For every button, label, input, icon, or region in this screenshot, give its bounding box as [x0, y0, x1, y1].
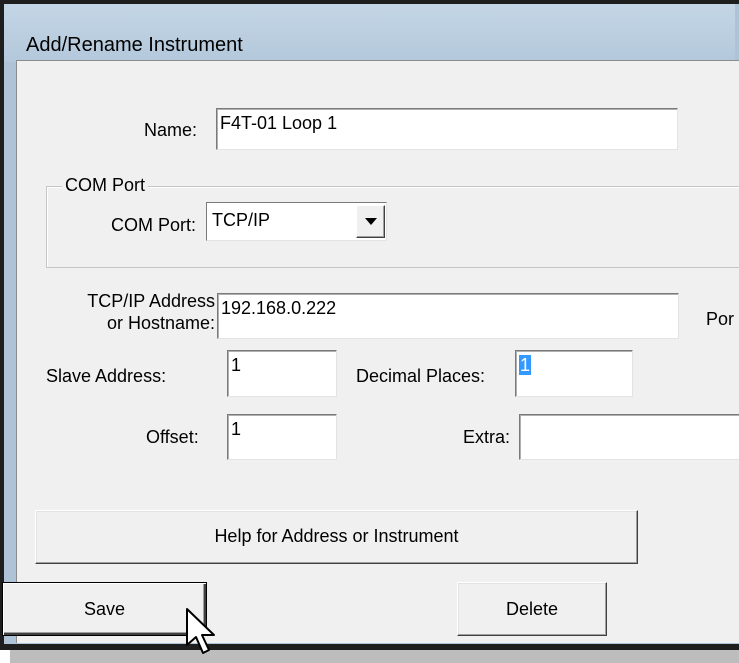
tcp-address-value: 192.168.0.222	[221, 298, 337, 318]
dialog-client-area: Name: F4T-01 Loop 1 COM Port COM Port: T…	[2, 60, 739, 643]
slave-address-value: 1	[231, 355, 242, 375]
name-input[interactable]: F4T-01 Loop 1	[216, 108, 678, 150]
extra-label: Extra:	[463, 427, 511, 447]
tcp-address-input[interactable]: 192.168.0.222	[217, 293, 679, 339]
mouse-pointer-icon	[186, 608, 215, 654]
slave-address-label: Slave Address:	[46, 366, 167, 386]
extra-input[interactable]	[519, 414, 739, 460]
tcp-label-line1: TCP/IP Address	[87, 291, 215, 311]
offset-input[interactable]: 1	[227, 414, 337, 460]
save-button-label: Save	[83, 599, 126, 619]
com-port-selected-value: TCP/IP	[212, 210, 271, 230]
title-bar[interactable]: Add/Rename Instrument	[4, 4, 735, 62]
decimal-places-value: 1	[519, 355, 532, 375]
com-port-dropdown-button[interactable]	[356, 205, 385, 238]
chevron-down-icon	[365, 218, 377, 225]
decimal-places-label: Decimal Places:	[356, 366, 486, 386]
delete-button[interactable]: Delete	[457, 582, 607, 636]
decimal-places-input[interactable]: 1	[515, 350, 633, 397]
com-port-label: COM Port:	[111, 215, 197, 235]
name-input-value: F4T-01 Loop 1	[220, 113, 338, 133]
offset-label: Offset:	[146, 427, 199, 447]
offset-value: 1	[231, 419, 242, 439]
tcp-label-line2: or Hostname:	[106, 313, 215, 333]
port-label: Por	[706, 309, 735, 329]
com-port-group-title: COM Port	[62, 175, 149, 196]
window-title: Add/Rename Instrument	[26, 34, 243, 56]
slave-address-input[interactable]: 1	[227, 350, 337, 397]
com-port-select[interactable]: TCP/IP	[206, 202, 387, 241]
save-button[interactable]: Save	[2, 582, 207, 636]
help-button[interactable]: Help for Address or Instrument	[35, 510, 638, 564]
name-label: Name:	[144, 120, 198, 140]
